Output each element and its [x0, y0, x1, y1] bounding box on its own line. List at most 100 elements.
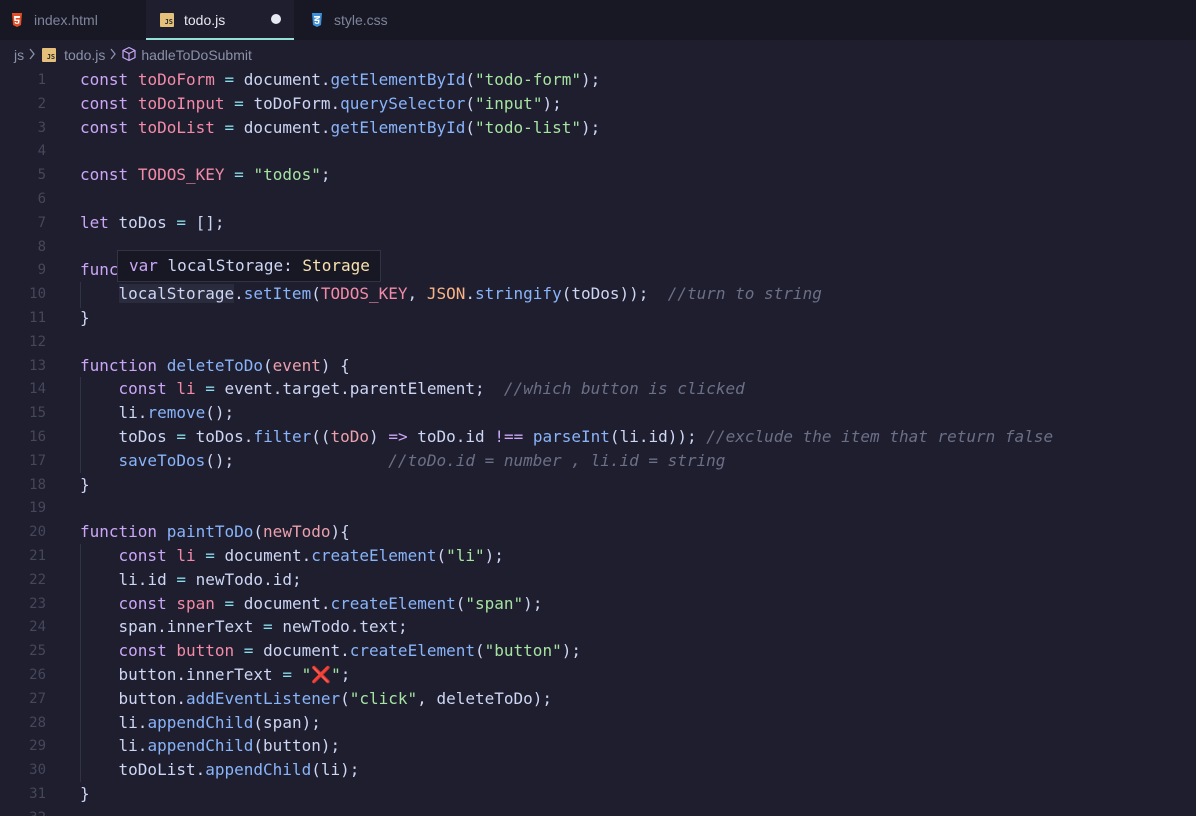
- line-number: 7: [37, 214, 46, 231]
- line-number: 2: [37, 95, 46, 112]
- chevron-right-icon: [28, 48, 36, 63]
- code-line[interactable]: 32: [0, 806, 1196, 816]
- code-line[interactable]: 29 li.appendChild(button);: [0, 734, 1196, 758]
- method-cube-icon: [121, 46, 137, 65]
- code-line[interactable]: 6: [0, 187, 1196, 211]
- code-line[interactable]: 10 localStorage.setItem(TODOS_KEY, JSON.…: [0, 282, 1196, 306]
- code-line[interactable]: 15 li.remove();: [0, 401, 1196, 425]
- line-number: 30: [29, 762, 46, 779]
- code-text[interactable]: const toDoForm = document.getElementById…: [80, 68, 600, 92]
- code-line[interactable]: 17 saveToDos(); //toDo.id = number , li.…: [0, 449, 1196, 473]
- code-text[interactable]: button.addEventListener("click", deleteT…: [80, 687, 553, 711]
- code-text[interactable]: li.id = newTodo.id;: [80, 568, 302, 592]
- tooltip-name: localStorage:: [167, 256, 293, 275]
- tab-label: style.css: [334, 12, 388, 28]
- line-number: 20: [29, 524, 46, 541]
- breadcrumb-file-label: todo.js: [64, 47, 106, 63]
- code-line[interactable]: 19: [0, 496, 1196, 520]
- line-number: 21: [29, 548, 46, 564]
- code-line[interactable]: 3 const toDoList = document.getElementByI…: [0, 116, 1196, 140]
- js-icon: JS: [160, 13, 174, 27]
- chevron-right-icon: [109, 48, 117, 63]
- line-number: 11: [29, 310, 46, 326]
- code-text[interactable]: }: [80, 306, 90, 330]
- code-text[interactable]: const toDoList = document.getElementById…: [80, 116, 600, 140]
- code-line[interactable]: 13 function deleteToDo(event) {: [0, 354, 1196, 378]
- code-line[interactable]: 31}: [0, 782, 1196, 806]
- code-text[interactable]: let toDos = [];: [80, 211, 225, 235]
- line-number: 29: [29, 738, 46, 755]
- tab-label: todo.js: [184, 12, 226, 28]
- code-line[interactable]: 30 toDoList.appendChild(li);: [0, 758, 1196, 782]
- code-line[interactable]: 5 const TODOS_KEY = "todos";: [0, 163, 1196, 187]
- code-text[interactable]: li.appendChild(span);: [80, 711, 321, 735]
- tab-todo-js[interactable]: JS todo.js: [146, 0, 294, 40]
- line-number: 22: [29, 571, 46, 588]
- tab-style-css[interactable]: style.css: [310, 0, 430, 40]
- code-line[interactable]: 1 const toDoForm = document.getElementByI…: [0, 68, 1196, 92]
- breadcrumb-file[interactable]: JS todo.js: [40, 47, 105, 63]
- code-editor-window: index.html JS todo.js style.css js JS to…: [0, 0, 1196, 816]
- code-line[interactable]: 2 const toDoInput = toDoForm.querySelecto…: [0, 92, 1196, 116]
- unsaved-changes-dot-icon[interactable]: [271, 14, 281, 24]
- code-line[interactable]: 16 toDos = toDos.filter((toDo) => toDo.i…: [0, 425, 1196, 449]
- code-text[interactable]: toDoList.appendChild(li);: [80, 758, 360, 782]
- code-line[interactable]: 26 button.innerText = "❌";: [0, 663, 1196, 687]
- code-line[interactable]: 24 span.innerText = newTodo.text;: [0, 615, 1196, 639]
- code-text[interactable]: function deleteToDo(event) {: [80, 354, 350, 378]
- line-number: 3: [37, 119, 46, 136]
- code-line[interactable]: 21 const li = document.createElement("li…: [0, 544, 1196, 568]
- code-line[interactable]: 28 li.appendChild(span);: [0, 711, 1196, 735]
- code-line[interactable]: 22 li.id = newTodo.id;: [0, 568, 1196, 592]
- html5-icon: [10, 13, 24, 27]
- code-text[interactable]: span.innerText = newTodo.text;: [80, 615, 408, 639]
- code-line[interactable]: 7 let toDos = [];: [0, 211, 1196, 235]
- line-number: 17: [29, 452, 46, 469]
- code-line[interactable]: 11}: [0, 306, 1196, 330]
- indent-guide: [80, 377, 81, 473]
- tooltip-type: Storage: [302, 256, 370, 275]
- code-line[interactable]: 23 const span = document.createElement("…: [0, 592, 1196, 616]
- code-line[interactable]: 25 const button = document.createElement…: [0, 639, 1196, 663]
- code-text[interactable]: function paintToDo(newTodo){: [80, 520, 350, 544]
- code-line[interactable]: 12: [0, 330, 1196, 354]
- line-number: 13: [29, 357, 46, 374]
- code-text[interactable]: li.remove();: [80, 401, 235, 425]
- breadcrumb-symbol[interactable]: hadleToDoSubmit: [121, 46, 252, 65]
- code-text[interactable]: const span = document.createElement("spa…: [80, 592, 543, 616]
- indent-guide: [80, 282, 81, 306]
- line-number: 8: [37, 238, 46, 255]
- code-text[interactable]: toDos = toDos.filter((toDo) => toDo.id !…: [80, 425, 1054, 449]
- code-line[interactable]: 14 const li = event.target.parentElement…: [0, 377, 1196, 401]
- code-text[interactable]: }: [80, 473, 90, 497]
- code-line[interactable]: 4: [0, 139, 1196, 163]
- line-number: 5: [37, 167, 46, 184]
- code-text[interactable]: const toDoInput = toDoForm.querySelector…: [80, 92, 562, 116]
- breadcrumb: js JS todo.js hadleToDoSubmit: [0, 40, 1196, 70]
- code-line[interactable]: 18}: [0, 473, 1196, 497]
- code-text[interactable]: button.innerText = "❌";: [80, 663, 351, 687]
- code-text[interactable]: }: [80, 782, 90, 806]
- code-text[interactable]: const TODOS_KEY = "todos";: [80, 163, 331, 187]
- tooltip-keyword: var: [129, 256, 158, 275]
- code-text[interactable]: li.appendChild(button);: [80, 734, 341, 758]
- code-editor[interactable]: 1 const toDoForm = document.getElementByI…: [0, 68, 1196, 816]
- breadcrumb-folder[interactable]: js: [14, 47, 24, 63]
- line-number: 12: [29, 333, 46, 350]
- line-number: 23: [29, 595, 46, 612]
- line-number: 18: [29, 476, 46, 493]
- js-icon: JS: [42, 48, 57, 62]
- line-number: 27: [29, 690, 46, 707]
- code-text[interactable]: localStorage.setItem(TODOS_KEY, JSON.str…: [80, 282, 822, 306]
- code-line[interactable]: 20 function paintToDo(newTodo){: [0, 520, 1196, 544]
- line-number: 10: [29, 286, 46, 303]
- tab-index-html[interactable]: index.html: [10, 0, 150, 40]
- code-text[interactable]: const li = document.createElement("li");: [80, 544, 504, 568]
- line-number: 25: [29, 643, 46, 660]
- line-number: 32: [0, 806, 46, 816]
- code-text[interactable]: const button = document.createElement("b…: [80, 639, 581, 663]
- code-text[interactable]: saveToDos(); //toDo.id = number , li.id …: [80, 449, 726, 473]
- line-number: 26: [29, 667, 46, 683]
- code-text[interactable]: const li = event.target.parentElement; /…: [80, 377, 745, 401]
- code-line[interactable]: 27 button.addEventListener("click", dele…: [0, 687, 1196, 711]
